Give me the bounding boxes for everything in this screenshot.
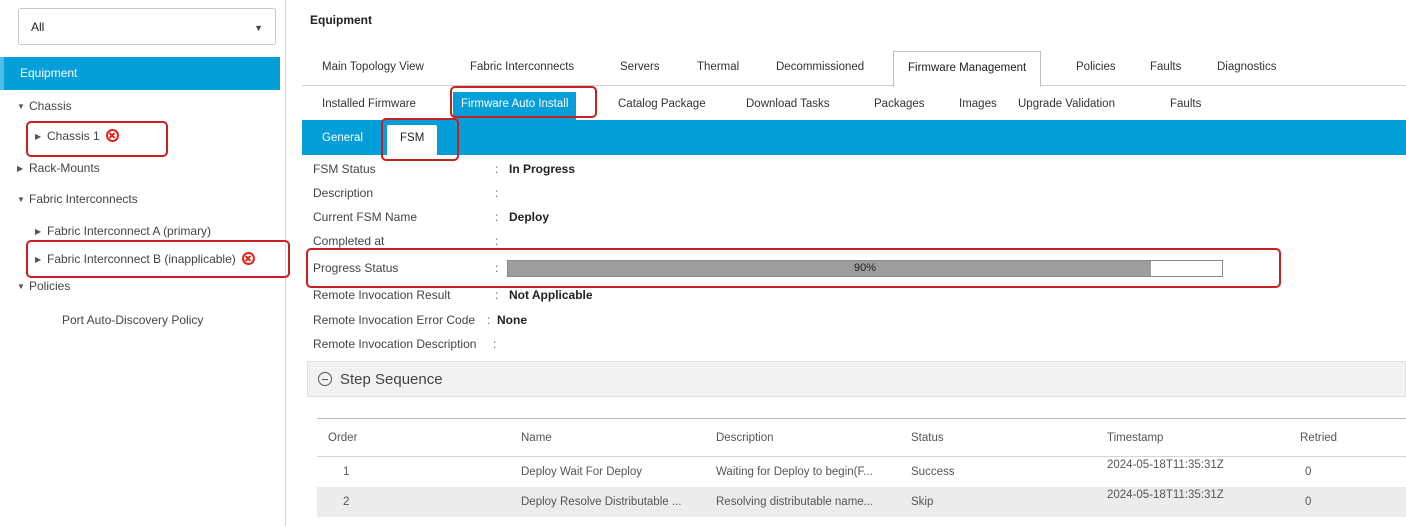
step-sequence-header[interactable]: Step Sequence — [307, 361, 1406, 397]
tree-item-equipment-label: Equipment — [20, 66, 78, 80]
cell-retried: 0 — [1305, 496, 1312, 508]
tab-firmware-faults[interactable]: Faults — [1170, 98, 1201, 110]
column-header-order[interactable]: Order — [328, 432, 357, 444]
fsm-status-value: In Progress — [509, 162, 576, 176]
table-row[interactable]: 1 Deploy Wait For Deploy Waiting for Dep… — [317, 457, 1406, 487]
cell-status: Success — [911, 466, 955, 478]
cell-order: 1 — [343, 466, 350, 478]
filter-value: All — [31, 20, 45, 34]
current-fsm-name-label: Current FSM Name — [313, 210, 418, 224]
cell-timestamp: 2024-05-18T11:35:31Z — [1107, 489, 1224, 501]
step-sequence-label: Step Sequence — [340, 371, 443, 388]
remote-invocation-error-code-value: None — [497, 313, 527, 327]
tree-item-port-auto-discovery-label: Port Auto-Discovery Policy — [62, 313, 204, 327]
highlight-box-fabric-interconnect-b — [26, 240, 290, 278]
highlight-box-firmware-auto-install — [450, 86, 597, 118]
remote-invocation-error-code-label: Remote Invocation Error Code — [313, 313, 476, 327]
collapsed-arrow-icon: ▶ — [17, 164, 24, 173]
tab-installed-firmware[interactable]: Installed Firmware — [322, 98, 416, 110]
cell-name: Deploy Resolve Distributable ... — [521, 496, 682, 508]
expanded-arrow-icon: ▼ — [17, 195, 25, 204]
remote-invocation-description-label: Remote Invocation Description — [313, 337, 477, 351]
tree-item-chassis-label: Chassis — [29, 99, 72, 113]
tree-item-fabric-interconnect-a-label: Fabric Interconnect A (primary) — [47, 224, 212, 238]
tab-fabric-interconnects[interactable]: Fabric Interconnects — [470, 61, 574, 73]
tab-diagnostics[interactable]: Diagnostics — [1217, 61, 1276, 73]
completed-at-label: Completed at — [313, 234, 385, 248]
tree-item-equipment[interactable]: Equipment — [0, 57, 280, 90]
collapsed-arrow-icon: ▶ — [35, 227, 42, 236]
tab-download-tasks[interactable]: Download Tasks — [746, 98, 830, 110]
tree-item-port-auto-discovery-policy[interactable]: Port Auto-Discovery Policy — [62, 313, 203, 327]
cell-timestamp: 2024-05-18T11:35:31Z — [1107, 459, 1224, 471]
remote-invocation-result-label: Remote Invocation Result — [313, 288, 451, 302]
tab-decommissioned[interactable]: Decommissioned — [776, 61, 864, 73]
description-label: Description — [313, 186, 374, 200]
tab-thermal[interactable]: Thermal — [697, 61, 739, 73]
fsm-status-label: FSM Status — [313, 162, 376, 176]
column-header-timestamp[interactable]: Timestamp — [1107, 432, 1163, 444]
column-header-description[interactable]: Description — [716, 432, 774, 444]
cell-description: Waiting for Deploy to begin(F... — [716, 466, 873, 478]
column-header-retried[interactable]: Retried — [1300, 432, 1337, 444]
cell-name: Deploy Wait For Deploy — [521, 466, 643, 478]
navigation-panel: All ▼ Equipment ▼ Chassis ▶ Chassis 1 ▶ Rac… — [0, 0, 290, 526]
highlight-box-progress-status — [306, 248, 1281, 288]
tab-faults[interactable]: Faults — [1150, 61, 1181, 73]
tree-item-policies[interactable]: ▼ Policies — [17, 279, 70, 293]
highlight-box-chassis-1 — [26, 121, 168, 157]
tab-main-topology-view[interactable]: Main Topology View — [322, 61, 424, 73]
fsm-tab-bar: General FSM — [302, 120, 1406, 155]
filter-dropdown[interactable]: All ▼ — [18, 8, 276, 45]
cell-retried: 0 — [1305, 466, 1312, 478]
tree-item-fabric-interconnects[interactable]: ▼ Fabric Interconnects — [17, 192, 138, 206]
tree-item-chassis[interactable]: ▼ Chassis — [17, 99, 72, 113]
main-tab-bar: Main Topology View Fabric Interconnects … — [302, 49, 1406, 87]
current-fsm-name-value: Deploy — [509, 210, 550, 224]
cell-description: Resolving distributable name... — [716, 496, 874, 508]
page-title: Equipment — [310, 13, 372, 27]
tab-general[interactable]: General — [322, 132, 363, 144]
cell-status: Skip — [911, 496, 934, 508]
remote-invocation-result-value: Not Applicable — [509, 288, 593, 302]
tree-item-policies-label: Policies — [29, 279, 71, 293]
tab-catalog-package[interactable]: Catalog Package — [618, 98, 706, 110]
tree-item-fabric-interconnects-label: Fabric Interconnects — [29, 192, 138, 206]
cell-order: 2 — [343, 496, 350, 508]
collapse-icon[interactable] — [318, 372, 332, 386]
tab-upgrade-validation[interactable]: Upgrade Validation — [1018, 98, 1115, 110]
expanded-arrow-icon: ▼ — [17, 282, 25, 291]
tree-item-rack-mounts-label: Rack-Mounts — [29, 161, 100, 175]
chevron-down-icon: ▼ — [254, 23, 263, 33]
selection-bar — [0, 57, 4, 90]
tree-item-rack-mounts[interactable]: ▶ Rack-Mounts — [17, 161, 100, 175]
tab-firmware-management[interactable]: Firmware Management — [893, 51, 1042, 87]
tab-packages[interactable]: Packages — [874, 98, 925, 110]
tab-policies[interactable]: Policies — [1076, 61, 1116, 73]
tree-item-fabric-interconnect-a[interactable]: ▶ Fabric Interconnect A (primary) — [35, 224, 211, 238]
column-header-status[interactable]: Status — [911, 432, 944, 444]
tab-images[interactable]: Images — [959, 98, 997, 110]
column-header-name[interactable]: Name — [521, 432, 552, 444]
tab-servers[interactable]: Servers — [620, 61, 660, 73]
table-row[interactable]: 2 Deploy Resolve Distributable ... Resol… — [317, 487, 1406, 517]
highlight-box-fsm-tab — [381, 118, 459, 161]
step-sequence-table: Order Name Description Status Timestamp … — [317, 418, 1406, 526]
expanded-arrow-icon: ▼ — [17, 102, 25, 111]
